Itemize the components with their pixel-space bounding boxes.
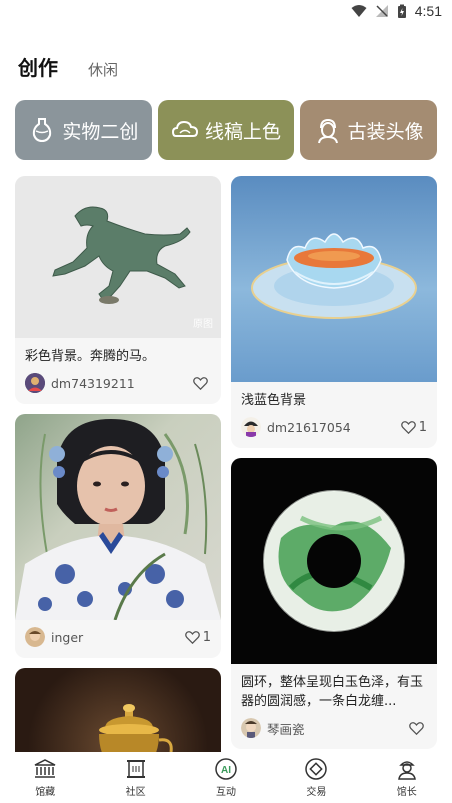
artwork-card-censer[interactable] xyxy=(15,668,221,752)
artwork-description: 彩色背景。奔腾的马。 xyxy=(25,349,156,364)
heart-icon xyxy=(409,721,424,735)
artwork-card-jade-ring[interactable]: 圆环，整体呈现白玉色泽，有玉器的圆润感，一条白龙缠... 琴画瓷 xyxy=(231,458,437,749)
author-name: dm21617054 xyxy=(267,419,351,435)
bronze-horse-image xyxy=(52,206,191,304)
like-button[interactable] xyxy=(192,375,211,392)
author-name: 琴画瓷 xyxy=(267,721,305,737)
author[interactable]: 琴画瓷 xyxy=(241,718,305,738)
scroll-icon xyxy=(126,760,145,778)
top-tabs: 创作 休闲 xyxy=(18,52,118,81)
category-label: 线稿上色 xyxy=(205,120,282,143)
portrait-icon xyxy=(317,118,338,144)
museum-icon xyxy=(34,759,56,778)
author[interactable]: inger xyxy=(25,627,83,647)
artwork-image[interactable] xyxy=(15,668,221,752)
nav-label: 馆长 xyxy=(396,787,417,798)
tab-leisure[interactable]: 休闲 xyxy=(88,59,118,80)
watermark-label: 原图 xyxy=(193,319,213,330)
nav-interact[interactable]: AI 互动 xyxy=(196,757,256,798)
no-signal-icon xyxy=(375,5,388,17)
vase-icon xyxy=(33,118,52,143)
category-label: 实物二创 xyxy=(62,120,139,143)
artwork-image[interactable] xyxy=(231,176,437,382)
bottom-navigation: 馆藏 社区 AI 互动 交易 馆长 xyxy=(0,752,452,803)
artwork-card-girl[interactable]: inger 1 xyxy=(15,414,221,658)
avatar xyxy=(25,627,45,647)
artwork-card-horse[interactable]: 原图 彩色背景。奔腾的马。 dm74319211 xyxy=(15,176,221,404)
avatar xyxy=(25,373,45,393)
feed-column-right: 浅蓝色背景 dm21617054 1 圆环，整体呈现白玉色泽，有玉器的圆润感，一… xyxy=(231,176,437,752)
like-button[interactable]: 1 xyxy=(400,419,427,436)
like-count: 1 xyxy=(202,629,211,645)
cloud-icon xyxy=(171,120,199,137)
category-lineart-color-button[interactable]: 线稿上色 xyxy=(157,100,295,160)
heart-icon xyxy=(184,630,200,644)
feed-column-left: 原图 彩色背景。奔腾的马。 dm74319211 inger 1 xyxy=(15,176,221,752)
heart-icon xyxy=(400,420,416,434)
artwork-image[interactable] xyxy=(15,414,221,620)
nav-museum[interactable]: 馆藏 xyxy=(15,757,75,798)
category-physical-recreate-button[interactable]: 实物二创 xyxy=(15,100,152,160)
category-row: 实物二创 线稿上色 古装头像 xyxy=(15,100,438,160)
category-label: 古装头像 xyxy=(347,120,424,143)
lotus-bowl-image xyxy=(251,233,417,319)
category-ancient-avatar-button[interactable]: 古装头像 xyxy=(300,100,438,160)
artwork-description: 浅蓝色背景 xyxy=(241,393,307,408)
porcelain-girl-image xyxy=(15,419,221,620)
like-button[interactable]: 1 xyxy=(184,629,211,646)
avatar xyxy=(241,718,261,738)
curator-icon xyxy=(397,761,416,780)
author-name: inger xyxy=(51,629,84,645)
golden-censer-image xyxy=(99,704,173,752)
nav-curator[interactable]: 馆长 xyxy=(377,757,437,798)
tab-create[interactable]: 创作 xyxy=(18,52,58,81)
status-bar: 4:51 xyxy=(0,0,452,26)
author[interactable]: dm74319211 xyxy=(25,373,135,393)
artwork-feed: 原图 彩色背景。奔腾的马。 dm74319211 inger 1 浅蓝色背景 d… xyxy=(15,176,437,752)
ai-icon: AI xyxy=(215,758,237,780)
artwork-image[interactable] xyxy=(231,458,437,664)
nav-community[interactable]: 社区 xyxy=(106,757,166,798)
svg-text:AI: AI xyxy=(221,765,231,776)
nav-trade[interactable]: 交易 xyxy=(286,757,346,798)
nav-label: 社区 xyxy=(125,787,146,798)
like-count: 1 xyxy=(418,419,427,435)
like-button[interactable] xyxy=(408,720,427,737)
wifi-icon xyxy=(351,5,367,17)
nav-label: 互动 xyxy=(215,787,236,798)
artwork-image[interactable]: 原图 xyxy=(15,176,221,338)
jade-ring-image xyxy=(263,490,405,632)
nav-label: 交易 xyxy=(306,787,327,798)
author[interactable]: dm21617054 xyxy=(241,417,351,437)
artwork-description: 圆环，整体呈现白玉色泽，有玉器的圆润感，一条白龙缠... xyxy=(241,675,424,709)
avatar xyxy=(241,417,261,437)
artwork-card-lotus[interactable]: 浅蓝色背景 dm21617054 1 xyxy=(231,176,437,448)
heart-icon xyxy=(193,376,208,390)
status-icons: 4:51 xyxy=(351,3,442,19)
coin-icon xyxy=(305,758,328,780)
clock: 4:51 xyxy=(414,3,442,19)
nav-label: 馆藏 xyxy=(35,787,56,798)
author-name: dm74319211 xyxy=(51,375,135,391)
battery-icon xyxy=(397,4,406,18)
